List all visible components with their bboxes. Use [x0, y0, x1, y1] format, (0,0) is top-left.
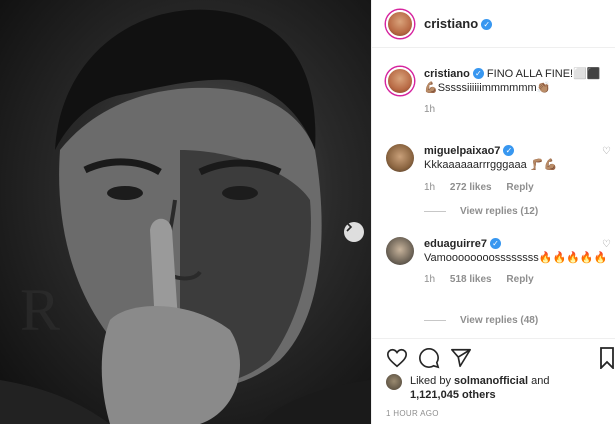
bookmark-icon[interactable] [600, 347, 614, 369]
comment-likes[interactable]: 272 likes [450, 182, 492, 193]
caption-time[interactable]: 1h [424, 104, 435, 115]
svg-text:R: R [20, 277, 60, 343]
action-icons [386, 347, 472, 369]
heart-icon[interactable]: ♡ [602, 146, 611, 157]
caption-text-line1: FINO ALLA FINE!⬜⬛ [486, 68, 601, 80]
comment-icon[interactable] [418, 347, 440, 369]
divider [424, 211, 446, 212]
view-replies-button[interactable]: View replies (12) [424, 206, 538, 217]
liked-and: and [531, 375, 550, 387]
liked-prefix: Liked by [410, 375, 451, 387]
photo-illustration: O R [0, 9, 371, 424]
comment-username[interactable]: miguelpaixao7 [424, 145, 500, 157]
liked-user[interactable]: solmanofficial [454, 375, 528, 387]
avatar[interactable] [386, 374, 402, 390]
post-timestamp[interactable]: 1 HOUR AGO [386, 409, 439, 418]
liked-by: Liked by solmanofficial and 1,121,045 ot… [386, 374, 549, 402]
comment-item: miguelpaixao7 ✓ Kkkaaaaaarrrgggaaa 🦵🏽💪🏽 1… [386, 144, 615, 195]
view-replies-button[interactable]: View replies (48) [424, 315, 538, 326]
view-replies-label: View replies (48) [460, 315, 539, 326]
caption: cristiano ✓ FINO ALLA FINE!⬜⬛ 💪🏽Sssssiiii… [386, 67, 615, 117]
share-icon[interactable] [450, 347, 472, 369]
comment-meta: 1h 272 likes Reply [424, 181, 610, 195]
comment-time[interactable]: 1h [424, 182, 435, 193]
caption-text-line2: 💪🏽Sssssiiiiiimmmmmm👏🏽 [424, 82, 551, 94]
comment-text: Vamoooooooossssssss🔥🔥🔥🔥🔥 [424, 252, 608, 264]
next-photo-button[interactable] [344, 222, 364, 242]
avatar[interactable] [386, 237, 414, 265]
post-sidebar: cristiano ✓ cristiano ✓ FINO ALLA FINE!⬜⬛ … [371, 0, 615, 424]
verified-icon: ✓ [489, 238, 501, 249]
comment-body: eduaguirre7 ✓ Vamoooooooossssssss🔥🔥🔥🔥🔥 1h… [424, 237, 610, 287]
post-header: cristiano ✓ [372, 0, 615, 48]
post-actions: Liked by solmanofficial and 1,121,045 ot… [372, 338, 615, 425]
avatar[interactable] [386, 67, 414, 95]
chevron-right-icon [346, 222, 353, 232]
view-replies-label: View replies (12) [460, 206, 539, 217]
reply-button[interactable]: Reply [506, 274, 533, 285]
comment-body: miguelpaixao7 ✓ Kkkaaaaaarrrgggaaa 🦵🏽💪🏽 1… [424, 144, 610, 195]
caption-body: cristiano ✓ FINO ALLA FINE!⬜⬛ 💪🏽Sssssiiii… [424, 67, 610, 117]
liked-by-text: Liked by solmanofficial and 1,121,045 ot… [410, 374, 549, 402]
caption-username[interactable]: cristiano [424, 68, 470, 80]
comment-username[interactable]: eduaguirre7 [424, 238, 487, 250]
liked-count[interactable]: 1,121,045 others [410, 389, 496, 401]
comment-meta: 1h 518 likes Reply [424, 273, 610, 287]
divider [424, 320, 446, 321]
caption-meta: 1h [424, 103, 610, 117]
verified-icon: ✓ [481, 18, 493, 30]
verified-icon: ✓ [472, 68, 484, 79]
header-user: cristiano ✓ [424, 15, 493, 33]
comment-text: Kkkaaaaaarrrgggaaa 🦵🏽💪🏽 [424, 159, 558, 171]
comment-time[interactable]: 1h [424, 274, 435, 285]
comment-likes[interactable]: 518 likes [450, 274, 492, 285]
comment-item: eduaguirre7 ✓ Vamoooooooossssssss🔥🔥🔥🔥🔥 1h… [386, 237, 615, 287]
avatar[interactable] [386, 144, 414, 172]
header-username[interactable]: cristiano [424, 16, 478, 31]
reply-button[interactable]: Reply [506, 182, 533, 193]
avatar[interactable] [386, 9, 414, 38]
heart-icon[interactable] [386, 347, 408, 369]
verified-icon: ✓ [503, 145, 515, 156]
heart-icon[interactable]: ♡ [602, 239, 611, 250]
post-photo: O R [0, 0, 371, 424]
